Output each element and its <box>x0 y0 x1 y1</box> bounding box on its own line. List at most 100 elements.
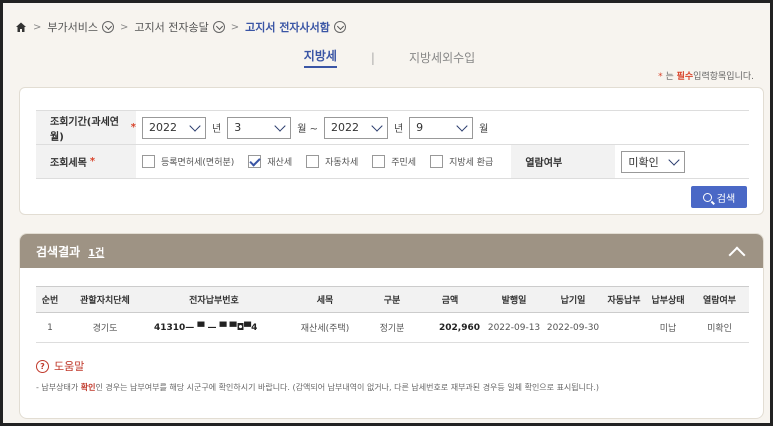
breadcrumb-label: 부가서비스 <box>47 21 98 34</box>
from-month-select[interactable]: 3 <box>227 116 292 139</box>
search-panel: 조회기간(과세연월) * 2022 년 3 월 ~ 2022 년 9 월 조회세… <box>19 87 764 215</box>
table-row[interactable]: 1 경기도 41310— ▀ — ▀ ▀◘▀4 재산세(주택) 정기분 202,… <box>36 312 749 343</box>
chevron-down-icon[interactable] <box>333 21 346 33</box>
column-header: 납부상태 <box>646 286 690 313</box>
cell-payment-no[interactable]: 41310— ▀ — ▀ ▀◘▀4 <box>146 312 282 343</box>
tab-non-tax-revenue[interactable]: 지방세외수입 <box>409 49 475 66</box>
from-month-value: 3 <box>234 121 242 134</box>
tax-item-row: 조회세목 * 등록면허세(면허분) 재산세 자동차세 주민세 지방세 환급 열람여… <box>36 145 749 179</box>
cell-pay-status: 미납 <box>646 312 690 343</box>
checkbox-tax-refund[interactable]: 지방세 환급 <box>430 155 493 168</box>
breadcrumb-item-mailbox[interactable]: 고지서 전자사서함 <box>245 19 346 35</box>
from-year-select[interactable]: 2022 <box>142 116 206 139</box>
result-title-text: 검색결과 <box>36 244 81 259</box>
checkbox-vehicle-tax[interactable]: 자동차세 <box>306 155 358 168</box>
cell-due-date: 2022-09-30 <box>544 312 602 343</box>
column-header: 자동납부 <box>602 286 646 313</box>
required-suffix: 입력항목입니다. <box>693 72 754 82</box>
tax-item-checkboxes: 등록면허세(면허분) 재산세 자동차세 주민세 지방세 환급 <box>136 145 501 178</box>
cell-auto-pay <box>602 312 646 343</box>
tab-separator: | <box>370 50 375 65</box>
required-star: * <box>89 156 96 167</box>
month-range-unit: 월 ~ <box>297 124 318 135</box>
checkbox[interactable] <box>430 155 444 168</box>
chevron-down-icon <box>668 153 681 166</box>
cell-issue-date: 2022-09-13 <box>484 312 544 343</box>
breadcrumb-separator: > <box>230 21 240 33</box>
required-word: 필수 <box>676 72 694 82</box>
breadcrumb: > 부가서비스 > 고지서 전자송달 > 고지서 전자사서함 <box>15 17 346 37</box>
breadcrumb-item-addon[interactable]: 부가서비스 <box>47 19 114 35</box>
chevron-down-icon <box>456 119 468 132</box>
view-status-select[interactable]: 미확인 <box>621 150 686 173</box>
period-fields: 2022 년 3 월 ~ 2022 년 9 월 <box>136 111 488 144</box>
note-suffix: 인 경우는 납부여부를 해당 시군구에 확인하시기 바랍니다. (감액되어 납부… <box>95 383 600 392</box>
checkbox[interactable] <box>142 155 155 168</box>
column-header: 납기일 <box>544 286 602 313</box>
checkbox-registration-tax[interactable]: 등록면허세(면허분) <box>142 155 234 168</box>
help-toggle[interactable]: ? 도움말 <box>36 358 84 374</box>
help-label: 도움말 <box>54 360 85 373</box>
search-button-label: 검색 <box>716 193 736 205</box>
to-year-select[interactable]: 2022 <box>323 116 388 139</box>
note-highlight: 확인 <box>80 383 96 392</box>
chevron-up-icon[interactable] <box>728 246 746 264</box>
cell-type: 정기분 <box>368 312 416 343</box>
question-icon: ? <box>36 359 49 373</box>
required-prefix: 는 <box>665 72 674 82</box>
home-icon[interactable] <box>15 21 27 33</box>
breadcrumb-label: 고지서 전자사서함 <box>245 21 330 34</box>
checkbox-resident-tax[interactable]: 주민세 <box>372 155 416 168</box>
checkbox-property-tax[interactable]: 재산세 <box>248 155 292 168</box>
period-label-text: 조회기간(과세연월) <box>50 116 119 143</box>
to-year-value: 2022 <box>330 121 359 134</box>
help-note: - 납부상태가 확인인 경우는 납부여부를 해당 시군구에 확인하시기 바랍니다… <box>36 382 599 393</box>
checkbox-label: 재산세 <box>267 158 293 168</box>
checkbox[interactable] <box>372 155 386 168</box>
view-status-label: 열람여부 <box>511 145 616 178</box>
note-prefix: - 납부상태가 <box>36 383 79 392</box>
table-header-row: 순번 관할자치단체 전자납부번호 세목 구분 금액 발행일 납기일 자동납부 납… <box>36 286 749 313</box>
chevron-down-icon[interactable] <box>102 21 114 33</box>
year-unit: 년 <box>212 124 222 135</box>
required-note: * 는 필수입력항목입니다. <box>658 69 754 82</box>
checkbox[interactable] <box>248 155 262 168</box>
checkbox-label: 주민세 <box>391 158 417 168</box>
result-table: 순번 관할자치단체 전자납부번호 세목 구분 금액 발행일 납기일 자동납부 납… <box>36 286 749 343</box>
checkbox-label: 등록면허세(면허분) <box>161 158 235 168</box>
chevron-down-icon[interactable] <box>212 21 225 33</box>
from-year-value: 2022 <box>149 121 177 134</box>
cell-region: 경기도 <box>64 312 146 343</box>
checkbox[interactable] <box>306 155 320 168</box>
result-title: 검색결과 1건 <box>36 243 104 260</box>
tab-local-tax[interactable]: 지방세 <box>303 47 337 68</box>
month-unit: 월 <box>479 124 489 135</box>
checkbox-label: 자동차세 <box>325 158 359 168</box>
chevron-down-icon <box>274 119 286 132</box>
cell-tax: 재산세(주택) <box>282 312 368 343</box>
view-status-value: 미확인 <box>628 155 659 169</box>
column-header: 순번 <box>36 286 64 313</box>
column-header: 금액 <box>416 286 484 313</box>
to-month-select[interactable]: 9 <box>409 116 474 139</box>
cell-amount: 202,960 <box>416 312 484 343</box>
search-button[interactable]: 검색 <box>691 186 747 208</box>
breadcrumb-separator: > <box>120 21 129 33</box>
view-status-field: 미확인 <box>615 145 686 178</box>
chevron-down-icon <box>371 119 383 132</box>
search-icon <box>702 192 712 202</box>
tab-bar: 지방세 | 지방세외수입 <box>3 47 773 68</box>
result-count: 1건 <box>88 247 105 259</box>
column-header: 열람여부 <box>690 286 749 313</box>
result-header[interactable]: 검색결과 1건 <box>20 234 763 268</box>
tax-item-label-text: 조회세목 <box>50 158 87 169</box>
tax-item-label: 조회세목 * <box>36 145 136 178</box>
column-header: 전자납부번호 <box>146 286 282 313</box>
breadcrumb-item-edelivery[interactable]: 고지서 전자송달 <box>134 19 225 35</box>
column-header: 세목 <box>282 286 368 313</box>
period-label: 조회기간(과세연월) * <box>36 111 136 144</box>
required-star: * <box>658 72 663 82</box>
breadcrumb-label: 고지서 전자송달 <box>134 21 209 34</box>
year-unit: 년 <box>393 124 404 135</box>
search-form: 조회기간(과세연월) * 2022 년 3 월 ~ 2022 년 9 월 조회세… <box>36 110 749 179</box>
